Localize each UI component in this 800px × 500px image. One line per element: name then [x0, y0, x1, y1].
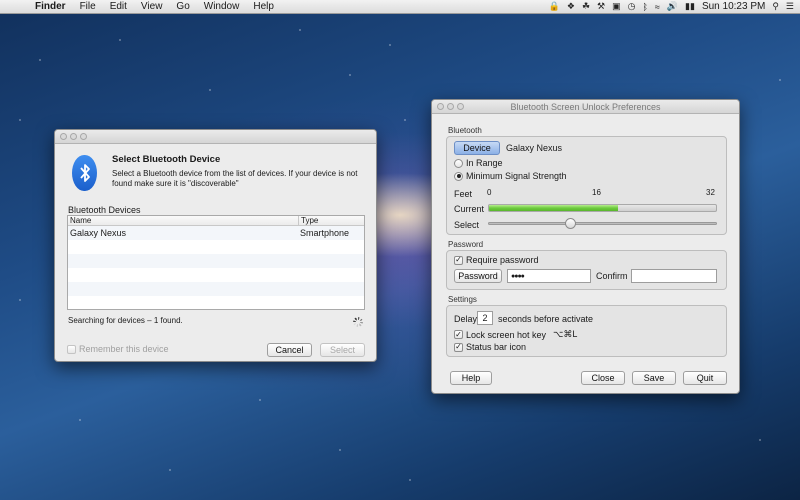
empty-row	[68, 268, 364, 282]
devices-list-title: Bluetooth Devices	[68, 205, 141, 215]
wifi-icon[interactable]: ≈	[655, 2, 660, 12]
menu-view[interactable]: View	[134, 1, 170, 12]
time-machine-icon[interactable]: ◷	[628, 1, 636, 12]
tools-icon[interactable]: ⚒	[597, 1, 605, 12]
cancel-button[interactable]: Cancel	[267, 343, 312, 357]
password-section-label: Password	[448, 240, 484, 249]
title-bar[interactable]: Bluetooth Screen Unlock Preferences	[432, 100, 739, 114]
in-range-radio[interactable]	[454, 158, 463, 168]
device-name: Galaxy Nexus	[506, 143, 563, 153]
notification-center-icon[interactable]: ☰	[786, 1, 794, 12]
display-icon[interactable]: ▣	[612, 1, 621, 12]
close-window-icon[interactable]	[60, 133, 67, 140]
password-field[interactable]: ●●●●	[507, 269, 591, 283]
settings-section-label: Settings	[448, 295, 477, 304]
current-label: Current	[454, 204, 485, 214]
select-label: Select	[454, 220, 480, 230]
table-body: Galaxy Nexus Smartphone	[68, 226, 364, 309]
confirm-label: Confirm	[596, 271, 628, 281]
volume-icon[interactable]: 🔊	[667, 1, 678, 12]
lock-hotkey-option[interactable]: ✓ Lock screen hot key ⌥⌘L	[454, 329, 577, 340]
dialog-message: Select a Bluetooth device from the list …	[112, 169, 358, 188]
devices-table[interactable]: Name Type Galaxy Nexus Smartphone	[67, 215, 365, 310]
bluetooth-icon[interactable]: ᛒ	[642, 2, 647, 12]
select-bluetooth-device-window: Select Bluetooth Device Select a Bluetoo…	[54, 129, 377, 362]
status-bar-option[interactable]: ✓ Status bar icon	[454, 342, 526, 352]
bluetooth-logo-icon	[72, 155, 97, 191]
empty-row	[68, 282, 364, 296]
dialog-title: Select Bluetooth Device	[112, 154, 221, 165]
table-row[interactable]: Galaxy Nexus Smartphone	[68, 226, 364, 240]
min-signal-option[interactable]: Minimum Signal Strength	[454, 171, 567, 181]
min-signal-label: Minimum Signal Strength	[466, 171, 567, 181]
device-type-cell: Smartphone	[300, 228, 350, 238]
menu-edit[interactable]: Edit	[103, 1, 134, 12]
menu-file[interactable]: File	[73, 1, 103, 12]
bluetooth-section-label: Bluetooth	[448, 126, 482, 135]
zoom-window-icon[interactable]	[80, 133, 87, 140]
status-bar-label: Status bar icon	[466, 342, 527, 352]
menu-window[interactable]: Window	[197, 1, 247, 12]
menu-clock[interactable]: Sun 10:23 PM	[702, 1, 765, 12]
delay-suffix: seconds before activate	[498, 314, 594, 324]
device-name-cell: Galaxy Nexus	[70, 228, 127, 238]
require-password-checkbox[interactable]: ✓	[454, 255, 463, 265]
min-signal-radio[interactable]	[454, 171, 463, 181]
require-password-option[interactable]: ✓ Require password	[454, 255, 539, 265]
lock-icon[interactable]: 🔒	[549, 1, 560, 12]
in-range-option[interactable]: In Range	[454, 158, 503, 168]
scale-tick-max: 32	[706, 188, 715, 197]
table-header: Name Type	[68, 216, 364, 226]
menu-app-name[interactable]: Finder	[28, 1, 73, 12]
current-signal-fill	[489, 205, 619, 211]
dropbox-icon[interactable]: ❖	[567, 1, 575, 12]
status-bar-checkbox[interactable]: ✓	[454, 342, 463, 352]
feet-label: Feet	[454, 189, 473, 199]
empty-row	[68, 296, 364, 309]
window-title: Bluetooth Screen Unlock Preferences	[510, 102, 661, 112]
menu-go[interactable]: Go	[169, 1, 196, 12]
lock-hotkey-checkbox[interactable]: ✓	[454, 330, 463, 339]
title-bar[interactable]	[55, 130, 376, 144]
evernote-icon[interactable]: ☘	[582, 1, 590, 12]
device-button[interactable]: Device	[454, 141, 500, 155]
password-button[interactable]: Password	[454, 269, 502, 283]
remember-device-checkbox[interactable]	[67, 344, 76, 354]
spotlight-search-icon[interactable]: ⚲	[772, 1, 779, 12]
close-button[interactable]: Close	[581, 371, 625, 385]
select-signal-slider[interactable]	[488, 222, 717, 225]
current-signal-meter	[488, 204, 717, 212]
select-button[interactable]: Select	[320, 343, 365, 357]
in-range-label: In Range	[466, 158, 503, 168]
require-password-label: Require password	[466, 255, 539, 265]
remember-device-label: Remember this device	[79, 344, 169, 354]
menu-bar: Finder File Edit View Go Window Help 🔒 ❖…	[0, 0, 800, 14]
lock-hotkey-label: Lock screen hot key	[466, 329, 547, 340]
quit-button[interactable]: Quit	[683, 371, 727, 385]
column-header-type[interactable]: Type	[298, 216, 364, 225]
empty-row	[68, 240, 364, 254]
scale-tick-mid: 16	[592, 188, 601, 197]
menu-help[interactable]: Help	[246, 1, 281, 12]
lock-hotkey-value[interactable]: ⌥⌘L	[553, 329, 577, 340]
delay-label: Delay	[454, 314, 478, 324]
delay-field[interactable]: 2	[477, 311, 493, 325]
column-header-name[interactable]: Name	[68, 216, 298, 225]
help-button[interactable]: Help	[450, 371, 492, 385]
save-button[interactable]: Save	[632, 371, 676, 385]
minimize-window-icon[interactable]	[70, 133, 77, 140]
empty-row	[68, 254, 364, 268]
search-status: Searching for devices – 1 found.	[68, 316, 183, 325]
scale-tick-min: 0	[487, 188, 492, 197]
status-tray: 🔒 ❖ ☘ ⚒ ▣ ◷ ᛒ ≈ 🔊 ▮▮ Sun 10:23 PM ⚲ ☰	[549, 1, 800, 12]
confirm-password-field[interactable]	[631, 269, 717, 283]
preferences-window: Bluetooth Screen Unlock Preferences Blue…	[431, 99, 740, 394]
progress-spinner-icon	[353, 317, 363, 327]
battery-icon[interactable]: ▮▮	[685, 1, 695, 12]
remember-device-option[interactable]: Remember this device	[67, 344, 169, 354]
